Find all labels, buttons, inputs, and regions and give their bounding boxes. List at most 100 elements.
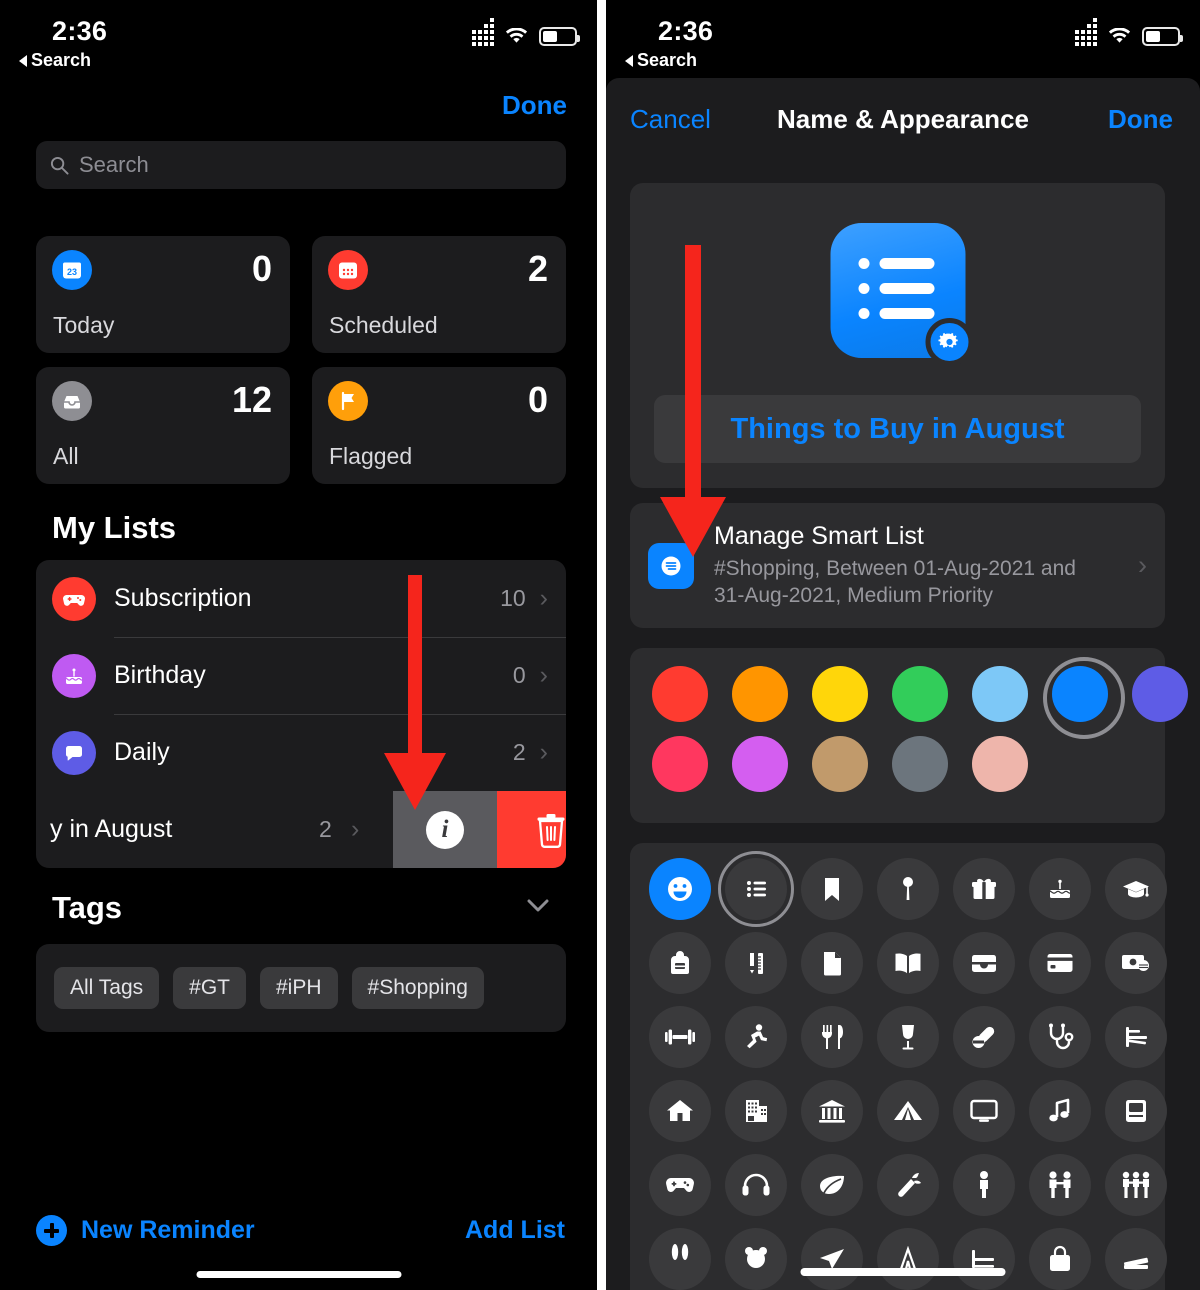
leaf-icon[interactable] (801, 1154, 863, 1216)
running-person-icon[interactable] (725, 1006, 787, 1068)
gamecontroller-icon[interactable] (649, 1154, 711, 1216)
cancel-button[interactable]: Cancel (630, 104, 711, 135)
color-swatch-pink[interactable] (652, 736, 708, 792)
new-reminder-label: New Reminder (81, 1216, 255, 1245)
sofa-icon[interactable] (953, 1228, 1015, 1290)
color-swatch-purple[interactable] (732, 736, 788, 792)
list-name-input[interactable]: Things to Buy in August (654, 395, 1141, 463)
birthday-cake-icon[interactable] (1029, 858, 1091, 920)
color-swatch-yellow[interactable] (812, 666, 868, 722)
back-to-search-link[interactable]: Search (19, 50, 91, 71)
list-item-birthday[interactable]: Birthday 0 › (36, 637, 566, 714)
list-count: 0 (513, 662, 526, 689)
card-scheduled[interactable]: 2 Scheduled (312, 236, 566, 353)
card-label: Today (53, 312, 114, 339)
bulleted-list-icon (858, 258, 934, 319)
new-reminder-button[interactable]: New Reminder (36, 1215, 255, 1246)
battery-icon (539, 27, 577, 46)
chevron-down-icon[interactable] (527, 899, 549, 912)
list-item-subscription[interactable]: Subscription 10 › (36, 560, 566, 637)
dumbbell-icon[interactable] (649, 1006, 711, 1068)
color-swatch-green[interactable] (892, 666, 948, 722)
credit-card-icon[interactable] (1029, 932, 1091, 994)
status-bar-right: 2:36 Search (606, 0, 1200, 78)
bunny-ears-icon[interactable] (649, 1228, 711, 1290)
search-placeholder: Search (79, 152, 149, 178)
list-icon-preview[interactable] (830, 223, 965, 358)
backpack-icon[interactable] (649, 932, 711, 994)
color-swatch-lightblue[interactable] (972, 666, 1028, 722)
back-to-search-link[interactable]: Search (625, 50, 697, 71)
cash-coins-icon[interactable] (1105, 932, 1167, 994)
tent-icon[interactable] (877, 1080, 939, 1142)
gift-icon[interactable] (953, 858, 1015, 920)
manage-smart-list-row[interactable]: Manage Smart List #Shopping, Between 01-… (630, 503, 1165, 628)
inbox-tray-icon (52, 381, 92, 421)
teddy-bear-icon[interactable] (725, 1228, 787, 1290)
color-row-2 (652, 736, 1143, 792)
chevron-right-icon: › (1138, 550, 1147, 581)
tag-chip[interactable]: All Tags (54, 967, 159, 1009)
three-people-icon[interactable] (1105, 1154, 1167, 1216)
right-phone-screen: 2:36 Search (606, 0, 1200, 1290)
done-button-right[interactable]: Done (1108, 104, 1173, 135)
panel-divider (597, 0, 606, 1290)
color-swatch-orange[interactable] (732, 666, 788, 722)
color-swatch-brown[interactable] (812, 736, 868, 792)
bank-building-icon[interactable] (801, 1080, 863, 1142)
gear-icon[interactable] (925, 318, 973, 366)
done-button-left[interactable]: Done (502, 90, 567, 121)
carrot-icon[interactable] (877, 1154, 939, 1216)
search-input[interactable]: Search (36, 141, 566, 189)
card-flagged[interactable]: 0 Flagged (312, 367, 566, 484)
wallet-icon[interactable] (953, 932, 1015, 994)
icon-preview-card: Things to Buy in August (630, 183, 1165, 488)
color-swatch-blush[interactable] (972, 736, 1028, 792)
back-label: Search (31, 50, 91, 71)
two-people-icon[interactable] (1029, 1154, 1091, 1216)
pills-icon[interactable] (953, 1006, 1015, 1068)
color-swatch-gray[interactable] (892, 736, 948, 792)
music-note-icon[interactable] (1029, 1080, 1091, 1142)
sheet-header: Cancel Name & Appearance Done (606, 78, 1200, 160)
birthday-cake-icon (52, 654, 96, 698)
card-all[interactable]: 12 All (36, 367, 290, 484)
pencil-ruler-icon[interactable] (725, 932, 787, 994)
bulleted-list-icon[interactable] (725, 858, 787, 920)
house-icon[interactable] (649, 1080, 711, 1142)
books-icon[interactable] (1105, 1228, 1167, 1290)
compass-icon[interactable] (877, 1228, 939, 1290)
add-list-button[interactable]: Add List (465, 1216, 565, 1245)
headphones-icon[interactable] (725, 1154, 787, 1216)
computer-icon[interactable] (1105, 1080, 1167, 1142)
tag-chip[interactable]: #Shopping (352, 967, 484, 1009)
bench-icon[interactable] (1105, 1006, 1167, 1068)
map-pin-icon[interactable] (877, 858, 939, 920)
stethoscope-icon[interactable] (1029, 1006, 1091, 1068)
color-swatch-indigo[interactable] (1132, 666, 1188, 722)
monitor-icon[interactable] (953, 1080, 1015, 1142)
person-icon[interactable] (953, 1154, 1015, 1216)
tag-chip[interactable]: #iPH (260, 967, 338, 1009)
list-item-daily[interactable]: Daily 2 › (36, 714, 566, 791)
bag-icon[interactable] (1029, 1228, 1091, 1290)
smiley-face-icon[interactable] (649, 858, 711, 920)
color-swatch-blue-selected[interactable] (1052, 666, 1108, 722)
bookmark-icon[interactable] (801, 858, 863, 920)
fork-knife-icon[interactable] (801, 1006, 863, 1068)
document-icon[interactable] (801, 932, 863, 994)
wine-glass-icon[interactable] (877, 1006, 939, 1068)
color-swatch-red[interactable] (652, 666, 708, 722)
card-today[interactable]: 23 0 Today (36, 236, 290, 353)
tag-chip[interactable]: #GT (173, 967, 246, 1009)
office-building-icon[interactable] (725, 1080, 787, 1142)
delete-action-button[interactable] (497, 791, 566, 868)
open-book-icon[interactable] (877, 932, 939, 994)
cellular-signal-icon (472, 26, 494, 46)
icon-row-3 (649, 1006, 1146, 1068)
paper-plane-icon[interactable] (801, 1228, 863, 1290)
home-indicator (801, 1268, 1006, 1276)
info-action-button[interactable]: i (393, 791, 497, 868)
swiped-list-row[interactable]: y in August 2 › i (36, 791, 566, 868)
graduation-cap-icon[interactable] (1105, 858, 1167, 920)
